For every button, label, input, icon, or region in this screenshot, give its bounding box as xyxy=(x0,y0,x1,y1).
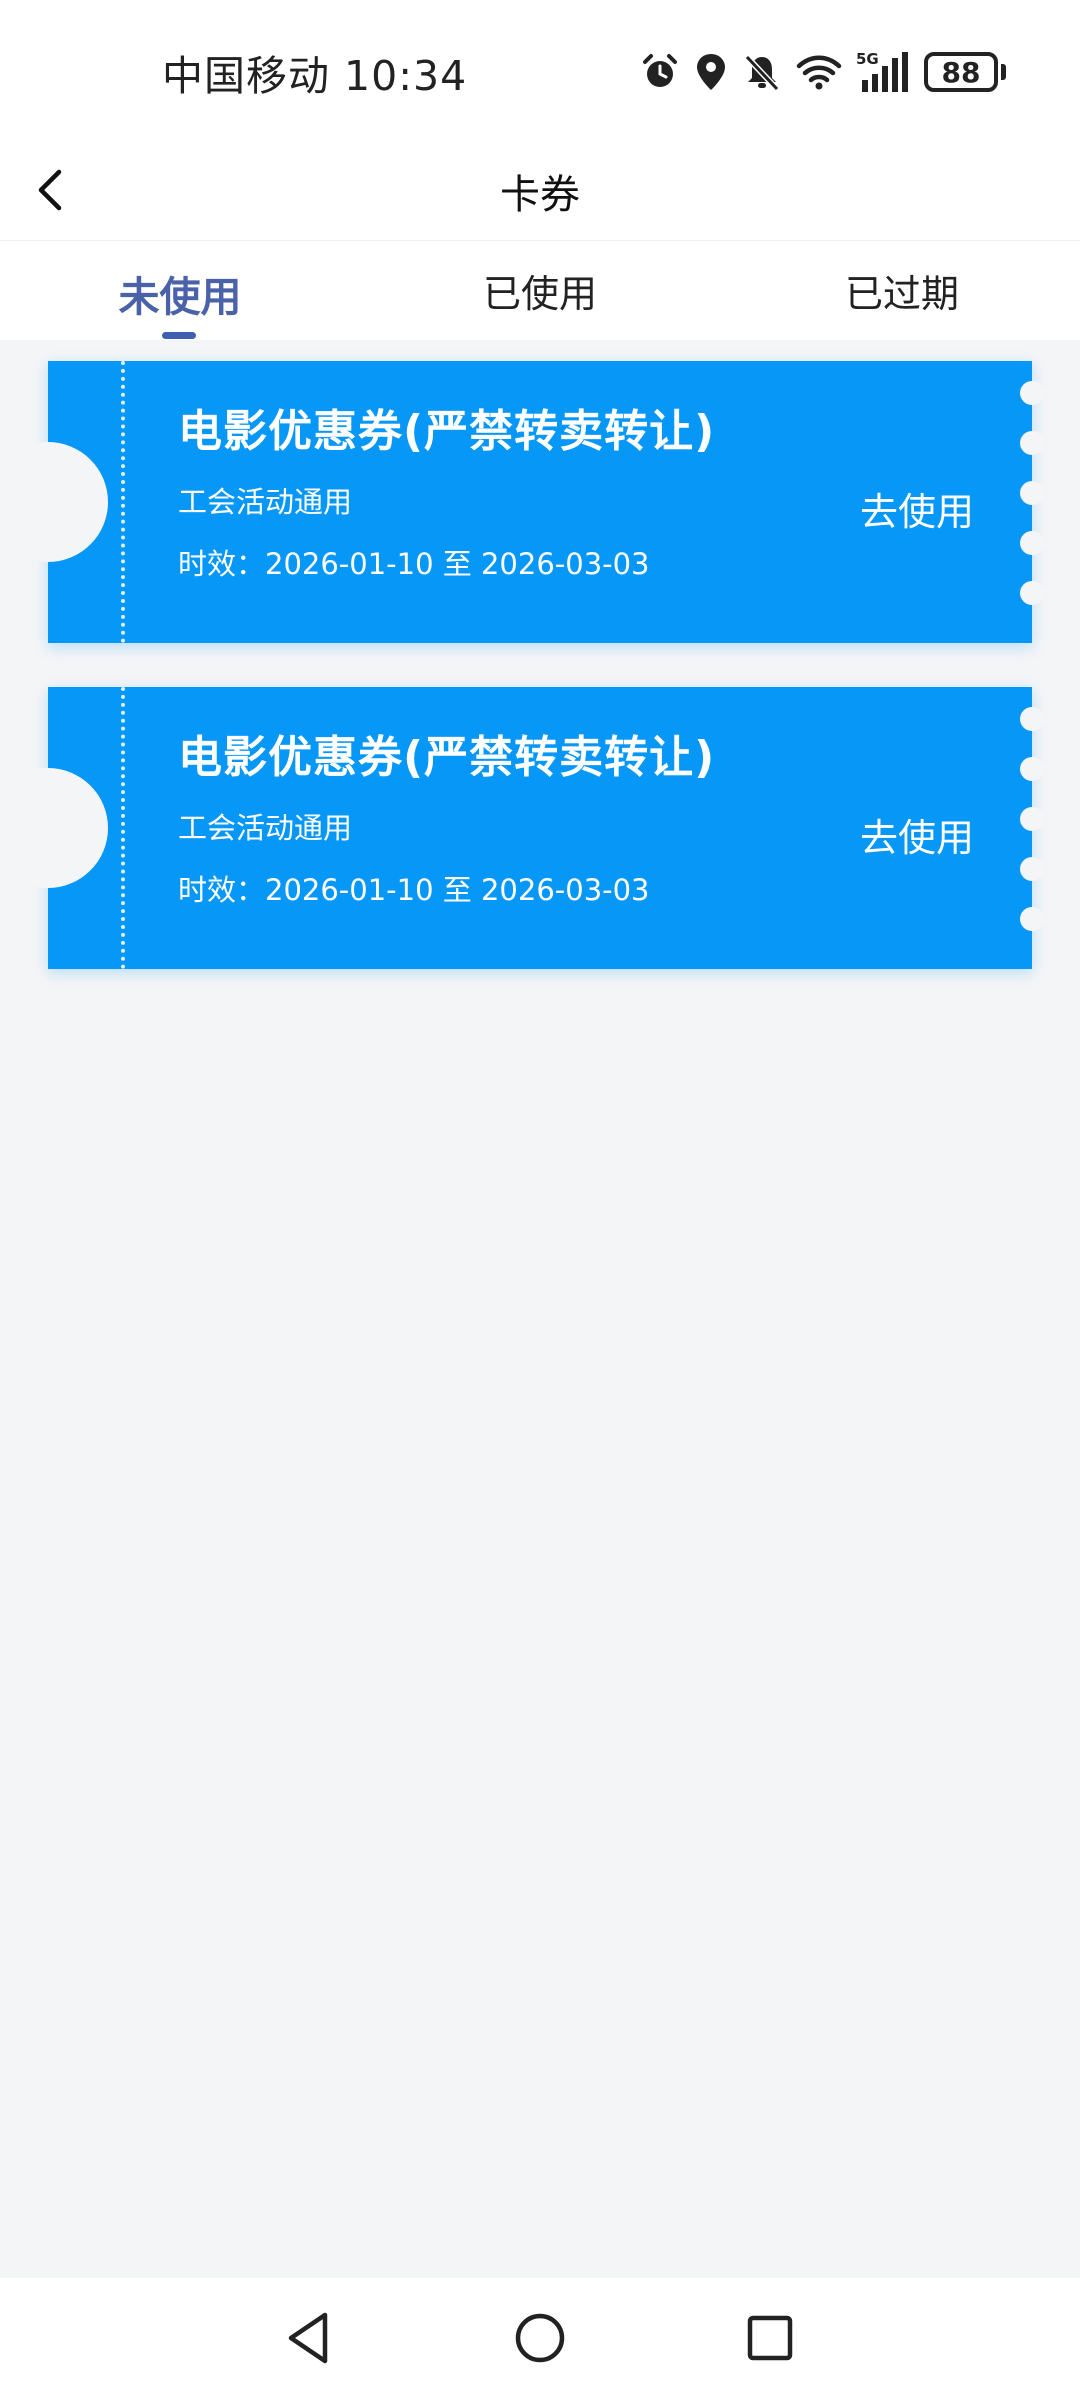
nav-home-button[interactable] xyxy=(510,2308,570,2368)
battery-level: 88 xyxy=(924,52,998,92)
use-coupon-button[interactable]: 去使用 xyxy=(860,481,974,536)
status-carrier-time: 中国移动 10:34 xyxy=(162,42,467,102)
coupon-perforation xyxy=(121,361,125,643)
page-title: 卡券 xyxy=(500,172,580,218)
coupon-subtitle: 工会活动通用 xyxy=(178,811,353,845)
nav-back-button[interactable] xyxy=(278,2308,338,2368)
coupon-subtitle: 工会活动通用 xyxy=(178,485,353,519)
coupon-validity: 时效：2026-01-10 至 2026-03-03 xyxy=(178,873,650,907)
carrier-label: 中国移动 xyxy=(162,52,330,100)
location-icon xyxy=(697,54,725,90)
app-header: 卡券 xyxy=(0,140,1080,240)
svg-text:5G: 5G xyxy=(856,50,879,68)
battery-cap xyxy=(1001,64,1006,80)
tab-used[interactable]: 已使用 xyxy=(430,263,650,318)
status-bar: 中国移动 10:34 5G 88 xyxy=(0,0,1080,140)
coupon-perforation xyxy=(121,687,125,969)
bell-muted-icon xyxy=(744,54,780,92)
coupon-notch xyxy=(0,442,108,562)
home-circle-icon xyxy=(515,2313,565,2363)
tab-bar: 未使用 已使用 已过期 xyxy=(0,240,1080,340)
coupon-scallop-edge xyxy=(1020,687,1044,969)
coupon-card[interactable]: 电影优惠券(严禁转卖转让) 工会活动通用 时效：2026-01-10 至 202… xyxy=(0,361,1044,643)
system-nav-bar xyxy=(0,2278,1080,2400)
coupon-validity: 时效：2026-01-10 至 2026-03-03 xyxy=(178,547,650,581)
battery-icon: 88 xyxy=(924,52,1006,92)
status-icons: 5G 88 xyxy=(640,46,1006,98)
signal-icon: 5G xyxy=(856,50,908,92)
nav-recents-button[interactable] xyxy=(740,2308,800,2368)
time-label: 10:34 xyxy=(344,52,468,100)
coupon-title: 电影优惠券(严禁转卖转让) xyxy=(178,732,716,783)
tab-active-indicator xyxy=(162,332,196,339)
coupon-card[interactable]: 电影优惠券(严禁转卖转让) 工会活动通用 时效：2026-01-10 至 202… xyxy=(0,687,1044,969)
tab-expired[interactable]: 已过期 xyxy=(792,263,1012,318)
coupon-scallop-edge xyxy=(1020,361,1044,643)
wifi-icon xyxy=(796,55,842,90)
tab-unused[interactable]: 未使用 xyxy=(70,263,290,323)
recents-square-icon xyxy=(747,2315,793,2361)
use-coupon-button[interactable]: 去使用 xyxy=(860,807,974,862)
alarm-icon xyxy=(643,54,677,87)
coupon-title: 电影优惠券(严禁转卖转让) xyxy=(178,406,716,457)
back-triangle-icon xyxy=(288,2312,328,2364)
coupon-notch xyxy=(0,768,108,888)
